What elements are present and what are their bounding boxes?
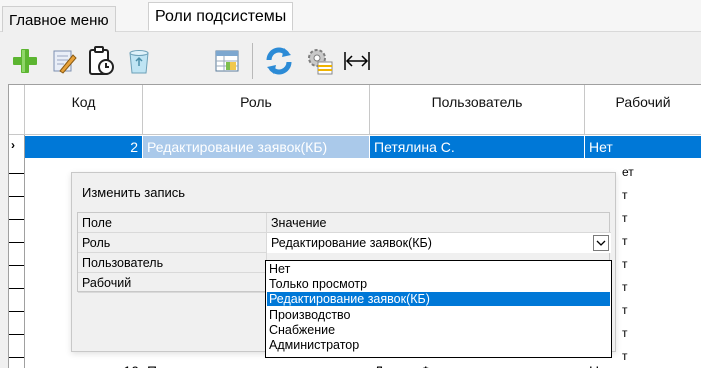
row-indicator-line — [9, 288, 24, 289]
cell-user[interactable]: Петялина С. — [370, 136, 585, 158]
clipboard-history-icon — [89, 46, 114, 75]
dropdown-option[interactable]: Снабжение — [267, 323, 610, 337]
tab-main-menu[interactable]: Главное меню — [2, 6, 116, 32]
dialog-title: Изменить запись — [82, 185, 186, 200]
role-select-value: Редактирование заявок(КБ) — [271, 236, 432, 250]
cell-working[interactable]: ет — [622, 165, 634, 179]
chevron-down-icon — [596, 240, 606, 246]
edit-button[interactable] — [48, 45, 78, 77]
row-indicator-line — [9, 334, 24, 335]
cell-working[interactable]: т — [622, 303, 634, 317]
clipboard-history-button[interactable] — [86, 45, 116, 77]
dropdown-option[interactable]: Только просмотр — [267, 277, 610, 291]
table-button[interactable] — [212, 45, 242, 77]
fit-width-button[interactable] — [342, 45, 372, 77]
property-name: Роль — [78, 233, 267, 253]
header-indicator — [9, 85, 25, 135]
settings-icon — [308, 49, 333, 75]
grid-header: Код Роль Пользователь Рабочий — [9, 85, 701, 135]
dropdown-option[interactable]: Производство — [267, 308, 610, 322]
cell-working[interactable]: Нет — [585, 360, 701, 368]
row-indicator-line — [9, 311, 24, 312]
row-indicator-line — [9, 219, 24, 220]
row-indicator-line — [9, 242, 24, 243]
toolbar-separator — [252, 43, 253, 79]
property-row-role[interactable]: Роль Редактирование заявок(КБ) — [78, 233, 611, 253]
role-select[interactable]: Редактирование заявок(КБ) — [267, 233, 611, 253]
row-indicator-line — [9, 196, 24, 197]
current-row-arrow-icon: › — [11, 138, 15, 152]
dropdown-button[interactable] — [593, 235, 609, 251]
tab-bar: Главное меню Роли подсистемы — [0, 0, 701, 32]
cell-working[interactable]: т — [622, 280, 634, 294]
tab-subsystem-roles[interactable]: Роли подсистемы — [148, 2, 294, 31]
dropdown-option[interactable]: Администратор — [267, 338, 610, 352]
edit-icon — [53, 50, 77, 74]
table-row-selected[interactable]: 2 Редактирование заявок(КБ) Петялина С. … — [25, 136, 701, 158]
delete-button[interactable] — [124, 45, 154, 77]
header-user[interactable]: Пользователь — [370, 85, 585, 135]
role-dropdown-list[interactable]: Нет Только просмотр Редактирование заяво… — [265, 260, 612, 358]
refresh-icon — [266, 47, 292, 75]
add-icon — [13, 49, 37, 73]
refresh-button[interactable] — [264, 45, 294, 77]
fit-width-icon — [344, 52, 370, 70]
cell-working[interactable]: Нет — [585, 136, 701, 158]
toolbar — [0, 33, 701, 83]
property-name: Пользователь — [78, 253, 267, 273]
dropdown-option[interactable]: Нет — [267, 262, 610, 276]
table-row[interactable]: 10 Производство Демин Федоров Нет — [25, 360, 701, 368]
row-indicator-line — [9, 173, 24, 174]
cell-working[interactable]: т — [622, 188, 634, 202]
header-working[interactable]: Рабочий — [585, 85, 701, 135]
cell-working[interactable]: т — [622, 257, 634, 271]
cell-code[interactable]: 2 — [25, 136, 143, 158]
header-code[interactable]: Код — [25, 85, 143, 135]
header-value: Значение — [271, 216, 327, 230]
header-field: Поле — [78, 213, 267, 233]
cell-role[interactable]: Производство — [143, 360, 370, 368]
table-icon — [215, 50, 239, 72]
property-header-row: Поле Значение — [78, 213, 611, 233]
cell-role[interactable]: Редактирование заявок(КБ) — [143, 136, 370, 158]
cell-working[interactable]: т — [622, 234, 634, 248]
cell-user[interactable]: Демин Федоров — [370, 360, 585, 368]
row-indicator-line — [9, 265, 24, 266]
cell-working[interactable]: т — [622, 326, 634, 340]
dropdown-option-selected[interactable]: Редактирование заявок(КБ) — [267, 292, 610, 306]
header-role[interactable]: Роль — [143, 85, 370, 135]
add-button[interactable] — [10, 45, 40, 77]
row-indicator-column: › — [9, 135, 25, 368]
cell-working[interactable]: т — [622, 211, 634, 225]
settings-button[interactable] — [304, 45, 334, 77]
recycle-bin-icon — [129, 50, 149, 74]
row-indicator-line — [9, 357, 24, 358]
property-name: Рабочий — [78, 273, 267, 293]
cell-code[interactable]: 10 — [25, 360, 143, 368]
